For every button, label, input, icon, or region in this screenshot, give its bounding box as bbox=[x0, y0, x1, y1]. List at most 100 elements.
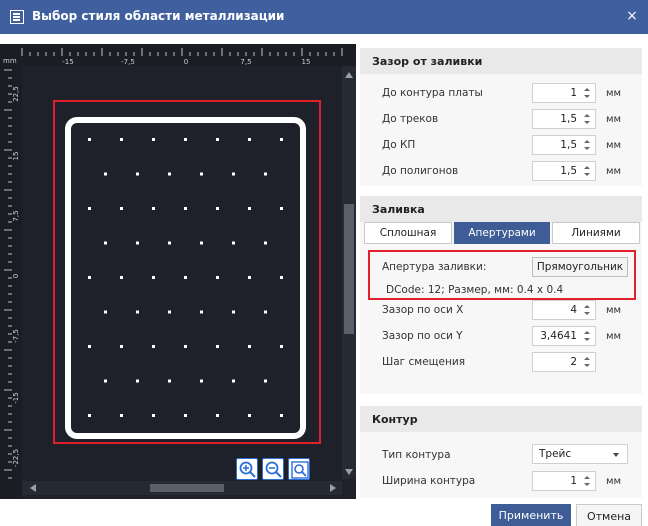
clearance-board-spinner[interactable]: 1 bbox=[532, 83, 596, 103]
zoom-fit-icon bbox=[291, 461, 309, 479]
x-ruler-label: -7,5 bbox=[121, 58, 135, 66]
spinner-arrows-icon[interactable] bbox=[583, 302, 591, 318]
aperture-dot bbox=[120, 138, 123, 141]
spinner-arrows-icon[interactable] bbox=[583, 328, 591, 344]
contour-width-label: Ширина контура bbox=[382, 475, 476, 487]
fill-section-title: Заливка bbox=[360, 196, 642, 222]
y-ruler-label: 0 bbox=[12, 274, 20, 278]
aperture-dot bbox=[152, 276, 155, 279]
unit-label: мм bbox=[606, 476, 622, 487]
aperture-dot bbox=[248, 207, 251, 210]
x-ruler-label: 7,5 bbox=[240, 58, 251, 66]
spinner-arrows-icon[interactable] bbox=[583, 111, 591, 127]
unit-label: мм bbox=[606, 140, 622, 151]
contour-type-value: Трейс bbox=[539, 448, 572, 460]
aperture-dot bbox=[200, 310, 203, 314]
unit-label: мм bbox=[606, 305, 622, 316]
contour-section: Тип контура Трейс Ширина контура 1 мм bbox=[360, 432, 642, 498]
aperture-dot bbox=[136, 310, 139, 314]
contour-section-title: Контур bbox=[360, 406, 642, 432]
aperture-dot bbox=[200, 379, 203, 383]
close-button[interactable]: × bbox=[622, 6, 642, 26]
ruler-unit-label: mm bbox=[3, 57, 17, 65]
aperture-highlight-frame bbox=[368, 250, 636, 300]
aperture-dot bbox=[136, 172, 139, 176]
aperture-dot bbox=[216, 345, 219, 348]
spinner-arrows-icon[interactable] bbox=[583, 137, 591, 153]
apply-button[interactable]: Применить bbox=[491, 504, 571, 526]
clearance-pads-spinner[interactable]: 1,5 bbox=[532, 135, 596, 155]
clearance-tracks-label: До треков bbox=[382, 113, 439, 125]
aperture-dot bbox=[232, 310, 235, 314]
tab-lines[interactable]: Линиями bbox=[552, 222, 640, 244]
zoom-in-button[interactable] bbox=[236, 458, 258, 480]
unit-label: мм bbox=[606, 331, 622, 342]
aperture-dot bbox=[88, 345, 91, 348]
zoom-out-button[interactable] bbox=[262, 458, 284, 480]
gap-x-value: 4 bbox=[570, 304, 577, 316]
aperture-dot bbox=[264, 241, 267, 245]
contour-width-spinner[interactable]: 1 bbox=[532, 471, 596, 491]
aperture-dot bbox=[168, 241, 171, 245]
cancel-button[interactable]: Отмена bbox=[576, 504, 642, 526]
contour-type-select[interactable]: Трейс bbox=[532, 444, 628, 464]
aperture-dot bbox=[280, 207, 283, 210]
aperture-dot bbox=[184, 276, 187, 279]
aperture-dot bbox=[120, 345, 123, 348]
aperture-dot bbox=[152, 207, 155, 210]
spinner-arrows-icon[interactable] bbox=[583, 163, 591, 179]
x-ruler-label: -15 bbox=[62, 58, 73, 66]
aperture-dot bbox=[88, 414, 91, 417]
tab-solid[interactable]: Сплошная bbox=[364, 222, 452, 244]
chevron-down-icon bbox=[613, 453, 619, 457]
window-title: Выбор стиля области металлизации bbox=[32, 9, 285, 23]
spinner-arrows-icon[interactable] bbox=[583, 85, 591, 101]
clearance-polygons-spinner[interactable]: 1,5 bbox=[532, 161, 596, 181]
aperture-dot bbox=[184, 138, 187, 141]
aperture-dot bbox=[248, 138, 251, 141]
aperture-dot bbox=[184, 345, 187, 348]
contour-width-value: 1 bbox=[570, 475, 577, 487]
gap-y-label: Зазор по оси Y bbox=[382, 330, 463, 342]
aperture-dot bbox=[232, 379, 235, 383]
gap-x-label: Зазор по оси X bbox=[382, 304, 464, 316]
offset-step-spinner[interactable]: 2 bbox=[532, 352, 596, 372]
zoom-fit-button[interactable] bbox=[288, 458, 310, 480]
clearance-section-title: Зазор от заливки bbox=[360, 48, 642, 74]
unit-label: мм bbox=[606, 166, 622, 177]
y-ruler-label: 22,5 bbox=[12, 86, 20, 102]
aperture-dot bbox=[216, 414, 219, 417]
y-ruler-label: -15 bbox=[12, 392, 20, 403]
aperture-dot bbox=[120, 414, 123, 417]
aperture-dot bbox=[280, 345, 283, 348]
aperture-dot bbox=[216, 276, 219, 279]
aperture-dot bbox=[152, 138, 155, 141]
vertical-scroll-thumb bbox=[344, 204, 354, 334]
y-ruler-label: -22,5 bbox=[12, 449, 20, 467]
clearance-pads-value: 1,5 bbox=[560, 139, 577, 151]
aperture-dot bbox=[120, 276, 123, 279]
tab-apertures[interactable]: Апертурами bbox=[454, 222, 550, 244]
clearance-pads-label: До КП bbox=[382, 139, 416, 151]
spinner-arrows-icon[interactable] bbox=[583, 473, 591, 489]
aperture-dot bbox=[248, 414, 251, 417]
aperture-dot bbox=[200, 241, 203, 245]
clearance-tracks-spinner[interactable]: 1,5 bbox=[532, 109, 596, 129]
aperture-dot bbox=[248, 276, 251, 279]
spinner-arrows-icon[interactable] bbox=[583, 354, 591, 370]
aperture-dot bbox=[216, 138, 219, 141]
gap-y-spinner[interactable]: 3,4641 bbox=[532, 326, 596, 346]
x-ruler-label: 0 bbox=[184, 58, 188, 66]
dialog-icon bbox=[10, 10, 24, 24]
gap-x-spinner[interactable]: 4 bbox=[532, 300, 596, 320]
aperture-dot bbox=[280, 138, 283, 141]
aperture-dot bbox=[88, 138, 91, 141]
aperture-dot bbox=[120, 207, 123, 210]
aperture-dot bbox=[264, 310, 267, 314]
aperture-dot bbox=[88, 276, 91, 279]
preview-panel[interactable]: mm -15 -7,5 0 7,5 15 22,5 15 7,5 0 -7,5 -15 -22,5 bbox=[0, 44, 356, 499]
clearance-tracks-value: 1,5 bbox=[560, 113, 577, 125]
y-ruler-label: 15 bbox=[12, 152, 20, 161]
aperture-dot bbox=[248, 345, 251, 348]
aperture-dot bbox=[104, 241, 107, 245]
